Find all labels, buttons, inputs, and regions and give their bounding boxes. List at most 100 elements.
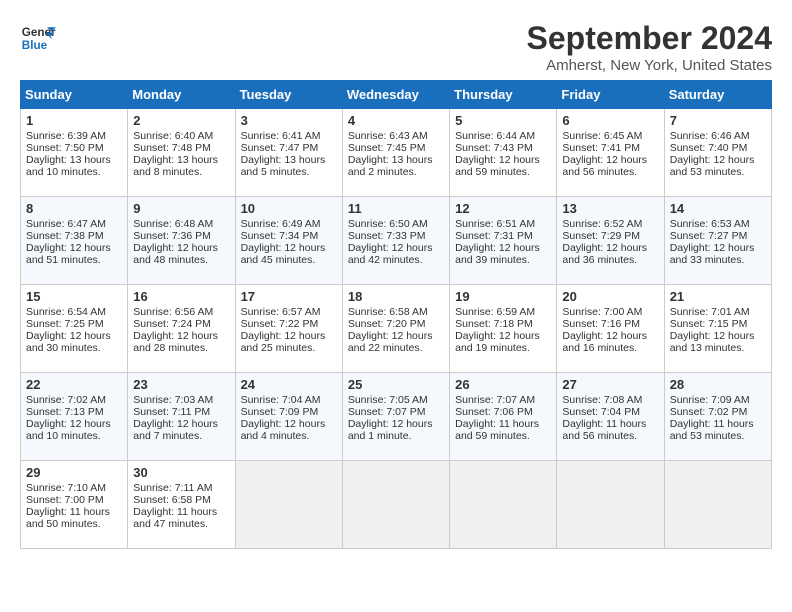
- sunset: Sunset: 7:18 PM: [455, 318, 533, 330]
- day-number: 30: [133, 465, 229, 480]
- sunrise: Sunrise: 7:08 AM: [562, 394, 642, 406]
- sunrise: Sunrise: 6:45 AM: [562, 130, 642, 142]
- daylight: Daylight: 12 hours and 39 minutes.: [455, 242, 540, 266]
- sunset: Sunset: 6:58 PM: [133, 494, 211, 506]
- daylight: Daylight: 12 hours and 7 minutes.: [133, 418, 218, 442]
- day-number: 5: [455, 113, 551, 128]
- sunrise: Sunrise: 6:50 AM: [348, 218, 428, 230]
- sunset: Sunset: 7:38 PM: [26, 230, 104, 242]
- daylight: Daylight: 12 hours and 59 minutes.: [455, 154, 540, 178]
- calendar-cell: 5 Sunrise: 6:44 AM Sunset: 7:43 PM Dayli…: [450, 109, 557, 197]
- sunrise: Sunrise: 6:53 AM: [670, 218, 750, 230]
- calendar-cell: 12 Sunrise: 6:51 AM Sunset: 7:31 PM Dayl…: [450, 197, 557, 285]
- calendar-cell: [450, 461, 557, 549]
- daylight: Daylight: 12 hours and 28 minutes.: [133, 330, 218, 354]
- sunset: Sunset: 7:48 PM: [133, 142, 211, 154]
- calendar-cell: 10 Sunrise: 6:49 AM Sunset: 7:34 PM Dayl…: [235, 197, 342, 285]
- daylight: Daylight: 12 hours and 42 minutes.: [348, 242, 433, 266]
- daylight: Daylight: 11 hours and 53 minutes.: [670, 418, 754, 442]
- day-number: 8: [26, 201, 122, 216]
- day-number: 6: [562, 113, 658, 128]
- calendar-cell: [235, 461, 342, 549]
- header-friday: Friday: [557, 81, 664, 109]
- sunset: Sunset: 7:22 PM: [241, 318, 319, 330]
- day-number: 17: [241, 289, 337, 304]
- sunrise: Sunrise: 7:07 AM: [455, 394, 535, 406]
- day-number: 1: [26, 113, 122, 128]
- sunset: Sunset: 7:31 PM: [455, 230, 533, 242]
- daylight: Daylight: 13 hours and 8 minutes.: [133, 154, 218, 178]
- day-number: 3: [241, 113, 337, 128]
- sunrise: Sunrise: 6:44 AM: [455, 130, 535, 142]
- sunrise: Sunrise: 7:03 AM: [133, 394, 213, 406]
- sunrise: Sunrise: 6:54 AM: [26, 306, 106, 318]
- sunrise: Sunrise: 7:05 AM: [348, 394, 428, 406]
- calendar-cell: 20 Sunrise: 7:00 AM Sunset: 7:16 PM Dayl…: [557, 285, 664, 373]
- calendar-cell: 11 Sunrise: 6:50 AM Sunset: 7:33 PM Dayl…: [342, 197, 449, 285]
- calendar-cell: [342, 461, 449, 549]
- day-number: 26: [455, 377, 551, 392]
- calendar-cell: 13 Sunrise: 6:52 AM Sunset: 7:29 PM Dayl…: [557, 197, 664, 285]
- daylight: Daylight: 12 hours and 4 minutes.: [241, 418, 326, 442]
- day-number: 15: [26, 289, 122, 304]
- calendar-cell: 18 Sunrise: 6:58 AM Sunset: 7:20 PM Dayl…: [342, 285, 449, 373]
- sunrise: Sunrise: 6:51 AM: [455, 218, 535, 230]
- sunrise: Sunrise: 6:56 AM: [133, 306, 213, 318]
- page-subtitle: Amherst, New York, United States: [527, 57, 772, 74]
- sunset: Sunset: 7:13 PM: [26, 406, 104, 418]
- calendar-cell: 4 Sunrise: 6:43 AM Sunset: 7:45 PM Dayli…: [342, 109, 449, 197]
- day-number: 10: [241, 201, 337, 216]
- day-number: 18: [348, 289, 444, 304]
- sunset: Sunset: 7:07 PM: [348, 406, 426, 418]
- calendar-cell: 21 Sunrise: 7:01 AM Sunset: 7:15 PM Dayl…: [664, 285, 771, 373]
- daylight: Daylight: 12 hours and 10 minutes.: [26, 418, 111, 442]
- week-row-4: 22 Sunrise: 7:02 AM Sunset: 7:13 PM Dayl…: [21, 373, 772, 461]
- day-number: 28: [670, 377, 766, 392]
- sunset: Sunset: 7:20 PM: [348, 318, 426, 330]
- day-number: 7: [670, 113, 766, 128]
- sunrise: Sunrise: 7:02 AM: [26, 394, 106, 406]
- calendar-cell: 7 Sunrise: 6:46 AM Sunset: 7:40 PM Dayli…: [664, 109, 771, 197]
- day-number: 27: [562, 377, 658, 392]
- sunset: Sunset: 7:36 PM: [133, 230, 211, 242]
- calendar-cell: 28 Sunrise: 7:09 AM Sunset: 7:02 PM Dayl…: [664, 373, 771, 461]
- calendar-cell: 8 Sunrise: 6:47 AM Sunset: 7:38 PM Dayli…: [21, 197, 128, 285]
- day-number: 29: [26, 465, 122, 480]
- sunset: Sunset: 7:45 PM: [348, 142, 426, 154]
- calendar-cell: 15 Sunrise: 6:54 AM Sunset: 7:25 PM Dayl…: [21, 285, 128, 373]
- sunrise: Sunrise: 6:59 AM: [455, 306, 535, 318]
- sunset: Sunset: 7:06 PM: [455, 406, 533, 418]
- sunrise: Sunrise: 6:52 AM: [562, 218, 642, 230]
- sunset: Sunset: 7:24 PM: [133, 318, 211, 330]
- day-number: 9: [133, 201, 229, 216]
- sunrise: Sunrise: 6:57 AM: [241, 306, 321, 318]
- daylight: Daylight: 12 hours and 30 minutes.: [26, 330, 111, 354]
- daylight: Daylight: 12 hours and 1 minute.: [348, 418, 433, 442]
- sunrise: Sunrise: 7:01 AM: [670, 306, 750, 318]
- day-number: 19: [455, 289, 551, 304]
- sunrise: Sunrise: 6:39 AM: [26, 130, 106, 142]
- header-sunday: Sunday: [21, 81, 128, 109]
- calendar-cell: 27 Sunrise: 7:08 AM Sunset: 7:04 PM Dayl…: [557, 373, 664, 461]
- daylight: Daylight: 12 hours and 16 minutes.: [562, 330, 647, 354]
- calendar-cell: [664, 461, 771, 549]
- daylight: Daylight: 12 hours and 45 minutes.: [241, 242, 326, 266]
- daylight: Daylight: 12 hours and 53 minutes.: [670, 154, 755, 178]
- day-number: 23: [133, 377, 229, 392]
- calendar-cell: 16 Sunrise: 6:56 AM Sunset: 7:24 PM Dayl…: [128, 285, 235, 373]
- week-row-2: 8 Sunrise: 6:47 AM Sunset: 7:38 PM Dayli…: [21, 197, 772, 285]
- page-header: General Blue September 2024 Amherst, New…: [20, 20, 772, 74]
- sunset: Sunset: 7:16 PM: [562, 318, 640, 330]
- calendar-cell: 22 Sunrise: 7:02 AM Sunset: 7:13 PM Dayl…: [21, 373, 128, 461]
- sunrise: Sunrise: 7:10 AM: [26, 482, 106, 494]
- daylight: Daylight: 12 hours and 36 minutes.: [562, 242, 647, 266]
- daylight: Daylight: 12 hours and 19 minutes.: [455, 330, 540, 354]
- days-header-row: Sunday Monday Tuesday Wednesday Thursday…: [21, 81, 772, 109]
- calendar-table: Sunday Monday Tuesday Wednesday Thursday…: [20, 80, 772, 549]
- week-row-3: 15 Sunrise: 6:54 AM Sunset: 7:25 PM Dayl…: [21, 285, 772, 373]
- title-area: September 2024 Amherst, New York, United…: [527, 20, 772, 74]
- day-number: 22: [26, 377, 122, 392]
- day-number: 13: [562, 201, 658, 216]
- day-number: 25: [348, 377, 444, 392]
- sunset: Sunset: 7:27 PM: [670, 230, 748, 242]
